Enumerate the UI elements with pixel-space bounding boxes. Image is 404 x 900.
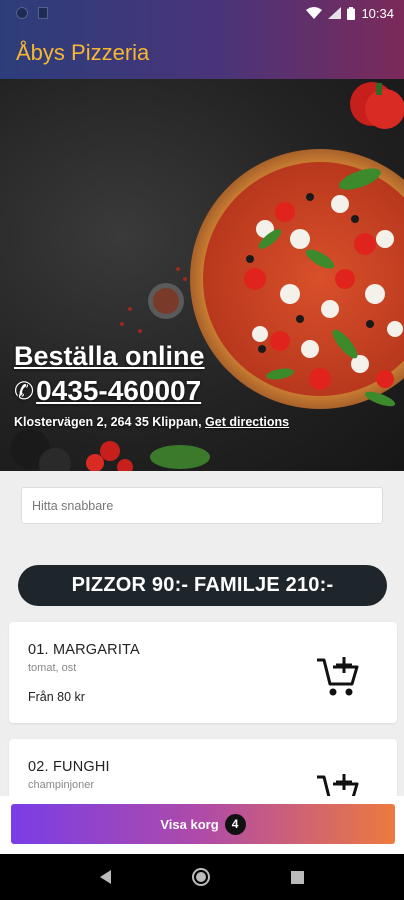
top-bar: 10:34 Åbys Pizzeria [0, 0, 404, 79]
cart-count-badge: 4 [224, 813, 246, 835]
phone-number[interactable]: 0435-460007 [36, 375, 201, 407]
view-cart-label: Visa korg [160, 816, 219, 832]
back-icon[interactable] [100, 870, 112, 884]
pricing-banner: PIZZOR 90:- FAMILJE 210:- [18, 565, 387, 606]
add-to-cart-icon[interactable] [315, 656, 359, 698]
status-bar: 10:34 [0, 0, 404, 26]
menu-item-card[interactable]: 01. MARGARITA tomat, ost Från 80 kr [9, 622, 397, 723]
view-cart-button[interactable]: Visa korg 4 [11, 804, 395, 844]
menu-item-description: champinjoner [28, 779, 95, 791]
recents-icon[interactable] [290, 870, 304, 884]
app-bar: Åbys Pizzeria [0, 26, 404, 79]
cart-bar: Visa korg 4 [0, 796, 404, 854]
notification-dot-icon [16, 7, 28, 19]
battery-icon [347, 6, 356, 20]
status-time: 10:34 [361, 5, 394, 21]
menu-item-description: tomat, ost [28, 662, 77, 674]
signal-icon [328, 7, 342, 19]
phone-icon: ✆ [14, 377, 35, 405]
address-line: Klostervägen 2, 264 35 Klippan, Get dire… [14, 415, 289, 429]
order-online-heading[interactable]: Beställa online [14, 341, 205, 372]
phone-link[interactable]: ✆ 0435-460007 [14, 375, 201, 407]
address-text: Klostervägen 2, 264 35 Klippan, [14, 415, 206, 429]
hero-banner: Beställa online ✆ 0435-460007 Klosterväg… [0, 79, 404, 471]
menu-item-name: 01. MARGARITA [28, 642, 140, 658]
wifi-icon [306, 7, 323, 19]
menu-item-price: Från 80 kr [28, 690, 85, 704]
menu-item-name: 02. FUNGHI [28, 759, 110, 775]
get-directions-link[interactable]: Get directions [205, 415, 289, 429]
system-nav-bar [0, 854, 404, 900]
home-icon[interactable] [191, 868, 210, 886]
search-input[interactable] [21, 487, 383, 524]
pizza-hero-image [10, 82, 404, 471]
app-title: Åbys Pizzeria [16, 39, 150, 65]
sd-card-icon [38, 7, 48, 19]
